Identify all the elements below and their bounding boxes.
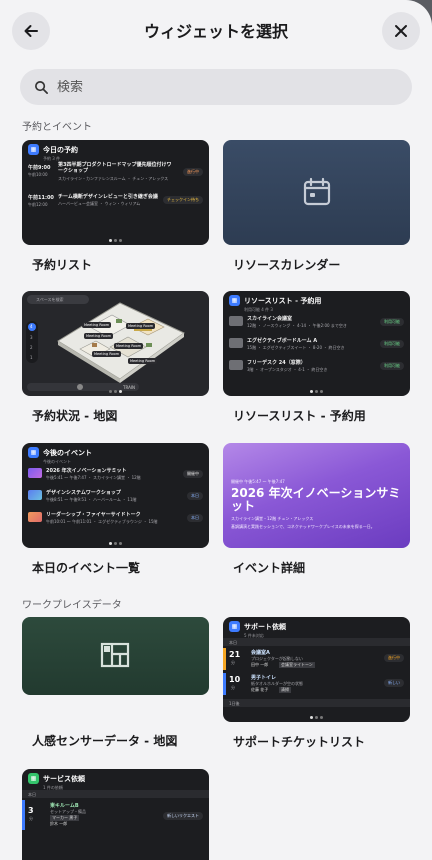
widget-card-service-requests[interactable]: ▦ サービス依頼 1 件の依頼 本日 3 分 東キルームB セットアップ・備品 … xyxy=(22,769,209,860)
card-title: 予約リスト xyxy=(32,258,93,272)
resource-item: エグゼクティブボードルーム A 15階 ・ エグゼクティブスイート ・ 8-20… xyxy=(229,337,404,351)
widget-card-event-list[interactable]: ▦ 今後のイベント 今後のイベント 2026 年次イノベーションサミット 午後5… xyxy=(22,443,209,576)
room-label[interactable]: Meeting Room xyxy=(126,323,156,329)
event-item: デザインシステムワークショップ 午後8:51 ～ 午後9:51 ・ ハーバールー… xyxy=(28,489,203,503)
card-title: リソースカレンダー xyxy=(233,258,341,272)
widget-card-booking-list[interactable]: ▦ 今日の予約 予約 3 件 午前9:00 午前10:00 第3四半期プロダクト… xyxy=(22,140,209,273)
search-bar[interactable] xyxy=(20,69,412,105)
section-label-workplace-data: ワークプレイスデータ xyxy=(22,600,122,611)
card-title: 予約状況 - 地図 xyxy=(32,409,118,423)
widget-card-resource-list[interactable]: ▦ リソースリスト - 予約用 利用可能 4 件 3 スカイライン会議室 12階… xyxy=(223,291,410,424)
room-label[interactable]: Meeting Room xyxy=(92,351,122,357)
room-label[interactable]: Meeting Room xyxy=(84,333,114,339)
room-label[interactable]: Meeting Room xyxy=(82,322,112,328)
card-title: サポートチケットリスト xyxy=(233,735,366,749)
resource-item: フリーデスク 24（窓際） 3階 ・ オープンスタジオ ・ 4-1 ・ 終日空き xyxy=(229,359,404,373)
card-title: イベント詳細 xyxy=(233,561,306,575)
event-item: 2026 年次イノベーションサミット 午後5:41 ～ 午後7:47 ・ スカイ… xyxy=(28,467,203,481)
search-input[interactable] xyxy=(57,79,377,95)
floor-selector[interactable]: 4 3 2 1 xyxy=(26,321,38,363)
card-title: 人感センサーデータ - 地図 xyxy=(32,734,178,748)
section-label-bookings: 予約とイベント xyxy=(22,122,92,133)
widget-picker-sheet: ウィジェットを選択 予約とイベント ▦ 今日の予約 予約 3 件 午前9:00 … xyxy=(0,0,432,860)
room-label[interactable]: Meeting Room xyxy=(128,358,158,364)
resource-item: スカイライン会議室 12階 ・ ノースウィング ・ 4-14 ・ 午後2:00 … xyxy=(229,315,404,329)
event-item: リーダーシップ・ファイヤーサイドトーク 午前10:01 ～ 午前11:01 ・ … xyxy=(28,511,203,525)
widget-card-event-details[interactable]: 開催中 午後5:47 ～ 午後7:47 2026 年次イノベーションサミット ス… xyxy=(223,443,410,576)
widget-preview: ▦ サポート依頼 5 件未対応 本日 21 分 会議室A プロジェクターが起動し… xyxy=(223,617,410,722)
widget-preview: 開催中 午後5:47 ～ 午後7:47 2026 年次イノベーションサミット ス… xyxy=(223,443,410,548)
page-title: ウィジェットを選択 xyxy=(143,22,288,41)
widget-preview: ▦ リソースリスト - 予約用 利用可能 4 件 3 スカイライン会議室 12階… xyxy=(223,291,410,396)
widget-preview: スペースを検索 4 3 2 1 Meeting Room Meeting Roo… xyxy=(22,291,209,396)
widget-preview: ▦ 今後のイベント 今後のイベント 2026 年次イノベーションサミット 午後5… xyxy=(22,443,209,548)
app-icon: ▦ xyxy=(28,144,39,155)
room-label[interactable]: Meeting Room xyxy=(114,343,144,349)
calendar-icon xyxy=(303,177,331,206)
widget-card-occupancy-map[interactable]: 人感センサーデータ - 地図 xyxy=(22,617,209,749)
floorplan-icon xyxy=(100,642,130,668)
floor-plan-3d xyxy=(57,302,185,383)
widget-preview: ▦ サービス依頼 1 件の依頼 本日 3 分 東キルームB セットアップ・備品 … xyxy=(22,769,209,860)
ticket-item: 10 分 男子トイレ 紙タオルホルダーが空の状態 佐藤 花子 清掃 xyxy=(229,675,303,693)
widget-preview xyxy=(223,140,410,245)
widget-card-support-tickets[interactable]: ▦ サポート依頼 5 件未対応 本日 21 分 会議室A プロジェクターが起動し… xyxy=(223,617,410,750)
card-title: 本日のイベント一覧 xyxy=(32,561,141,575)
event-headline: 2026 年次イノベーションサミット xyxy=(231,486,401,513)
widget-preview: ▦ 今日の予約 予約 3 件 午前9:00 午前10:00 第3四半期プロダクト… xyxy=(22,140,209,245)
close-icon xyxy=(395,25,407,37)
widget-preview xyxy=(22,617,209,695)
ticket-item: 21 分 会議室A プロジェクターが起動しない 田中 一郎 会議室ライトーン xyxy=(229,650,315,668)
search-icon xyxy=(35,80,48,94)
widget-card-resource-calendar[interactable]: リソースカレンダー xyxy=(223,140,410,273)
header: ウィジェットを選択 xyxy=(0,0,432,62)
close-button[interactable] xyxy=(382,12,420,50)
widget-card-booking-map[interactable]: スペースを検索 4 3 2 1 Meeting Room Meeting Roo… xyxy=(22,291,209,424)
card-title: リソースリスト - 予約用 xyxy=(233,409,366,423)
